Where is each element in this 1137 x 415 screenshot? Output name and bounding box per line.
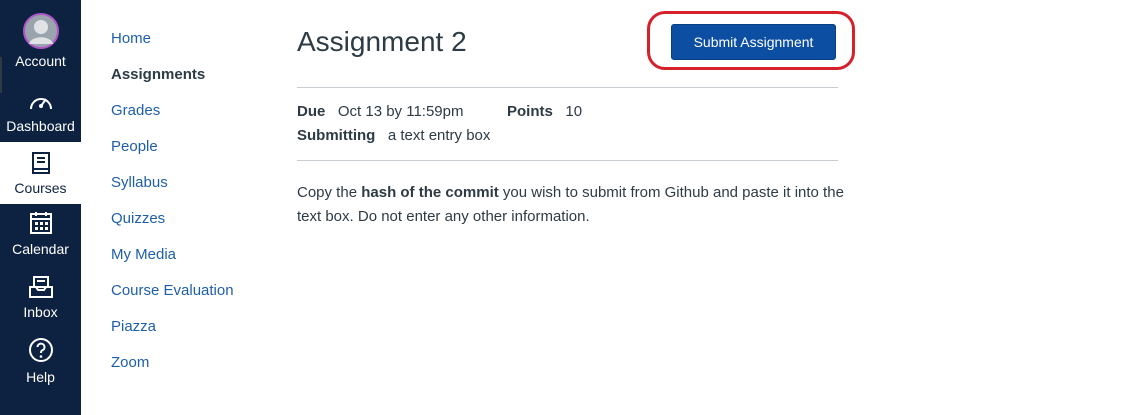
description-bold: hash of the commit	[361, 184, 499, 201]
global-nav-help-label: Help	[26, 369, 55, 385]
global-nav-dashboard-label: Dashboard	[6, 118, 75, 134]
dashboard-icon	[29, 98, 52, 110]
courses-book-icon	[31, 152, 50, 174]
global-nav-account[interactable]: Account	[0, 12, 81, 76]
description-text-start: Copy the	[297, 184, 362, 201]
global-nav-courses[interactable]: Courses	[0, 142, 81, 204]
due-value: Oct 13 by 11:59pm	[337, 103, 464, 120]
submitting-row: Submitting a text entry box	[297, 126, 490, 146]
divider-top	[297, 87, 838, 88]
global-nav-calendar-label: Calendar	[12, 241, 69, 257]
global-nav: Account Dashboard Courses Calendar Inbox…	[0, 0, 81, 415]
course-nav-my-media[interactable]: My Media	[111, 244, 176, 266]
due-label: Due	[297, 103, 326, 120]
global-nav-account-label: Account	[15, 53, 66, 69]
points-label: Points	[507, 103, 553, 120]
points-value: 10	[565, 103, 583, 120]
global-nav-help[interactable]: Help	[0, 337, 81, 387]
due-row: Due Oct 13 by 11:59pm	[297, 102, 463, 122]
course-nav-active-indicator	[0, 57, 2, 93]
course-nav-course-evaluation[interactable]: Course Evaluation	[111, 280, 234, 302]
global-nav-inbox[interactable]: Inbox	[0, 275, 81, 325]
assignment-description: Copy the hash of the commit you wish to …	[297, 181, 857, 229]
course-nav-zoom[interactable]: Zoom	[111, 352, 149, 374]
assignment-title: Assignment 2	[297, 26, 467, 57]
submitting-value: a text entry box	[387, 127, 491, 144]
course-nav-piazza[interactable]: Piazza	[111, 316, 156, 338]
avatar-icon	[22, 13, 59, 49]
divider-bottom	[297, 160, 838, 161]
points-row: Points 10	[507, 102, 582, 122]
course-nav-syllabus[interactable]: Syllabus	[111, 172, 168, 194]
calendar-icon	[29, 212, 52, 234]
course-nav-grades[interactable]: Grades	[111, 100, 160, 122]
course-nav-home[interactable]: Home	[111, 28, 151, 50]
help-icon	[28, 338, 53, 362]
submit-assignment-button[interactable]: Submit Assignment	[671, 24, 836, 60]
course-nav-assignments[interactable]: Assignments	[111, 64, 205, 86]
global-nav-dashboard[interactable]: Dashboard	[0, 92, 81, 136]
global-nav-calendar[interactable]: Calendar	[0, 211, 81, 261]
global-nav-courses-label: Courses	[14, 180, 67, 196]
inbox-icon	[28, 276, 53, 298]
course-nav-people[interactable]: People	[111, 136, 158, 158]
course-nav-quizzes[interactable]: Quizzes	[111, 208, 165, 230]
submitting-label: Submitting	[297, 127, 376, 144]
global-nav-inbox-label: Inbox	[23, 304, 58, 320]
